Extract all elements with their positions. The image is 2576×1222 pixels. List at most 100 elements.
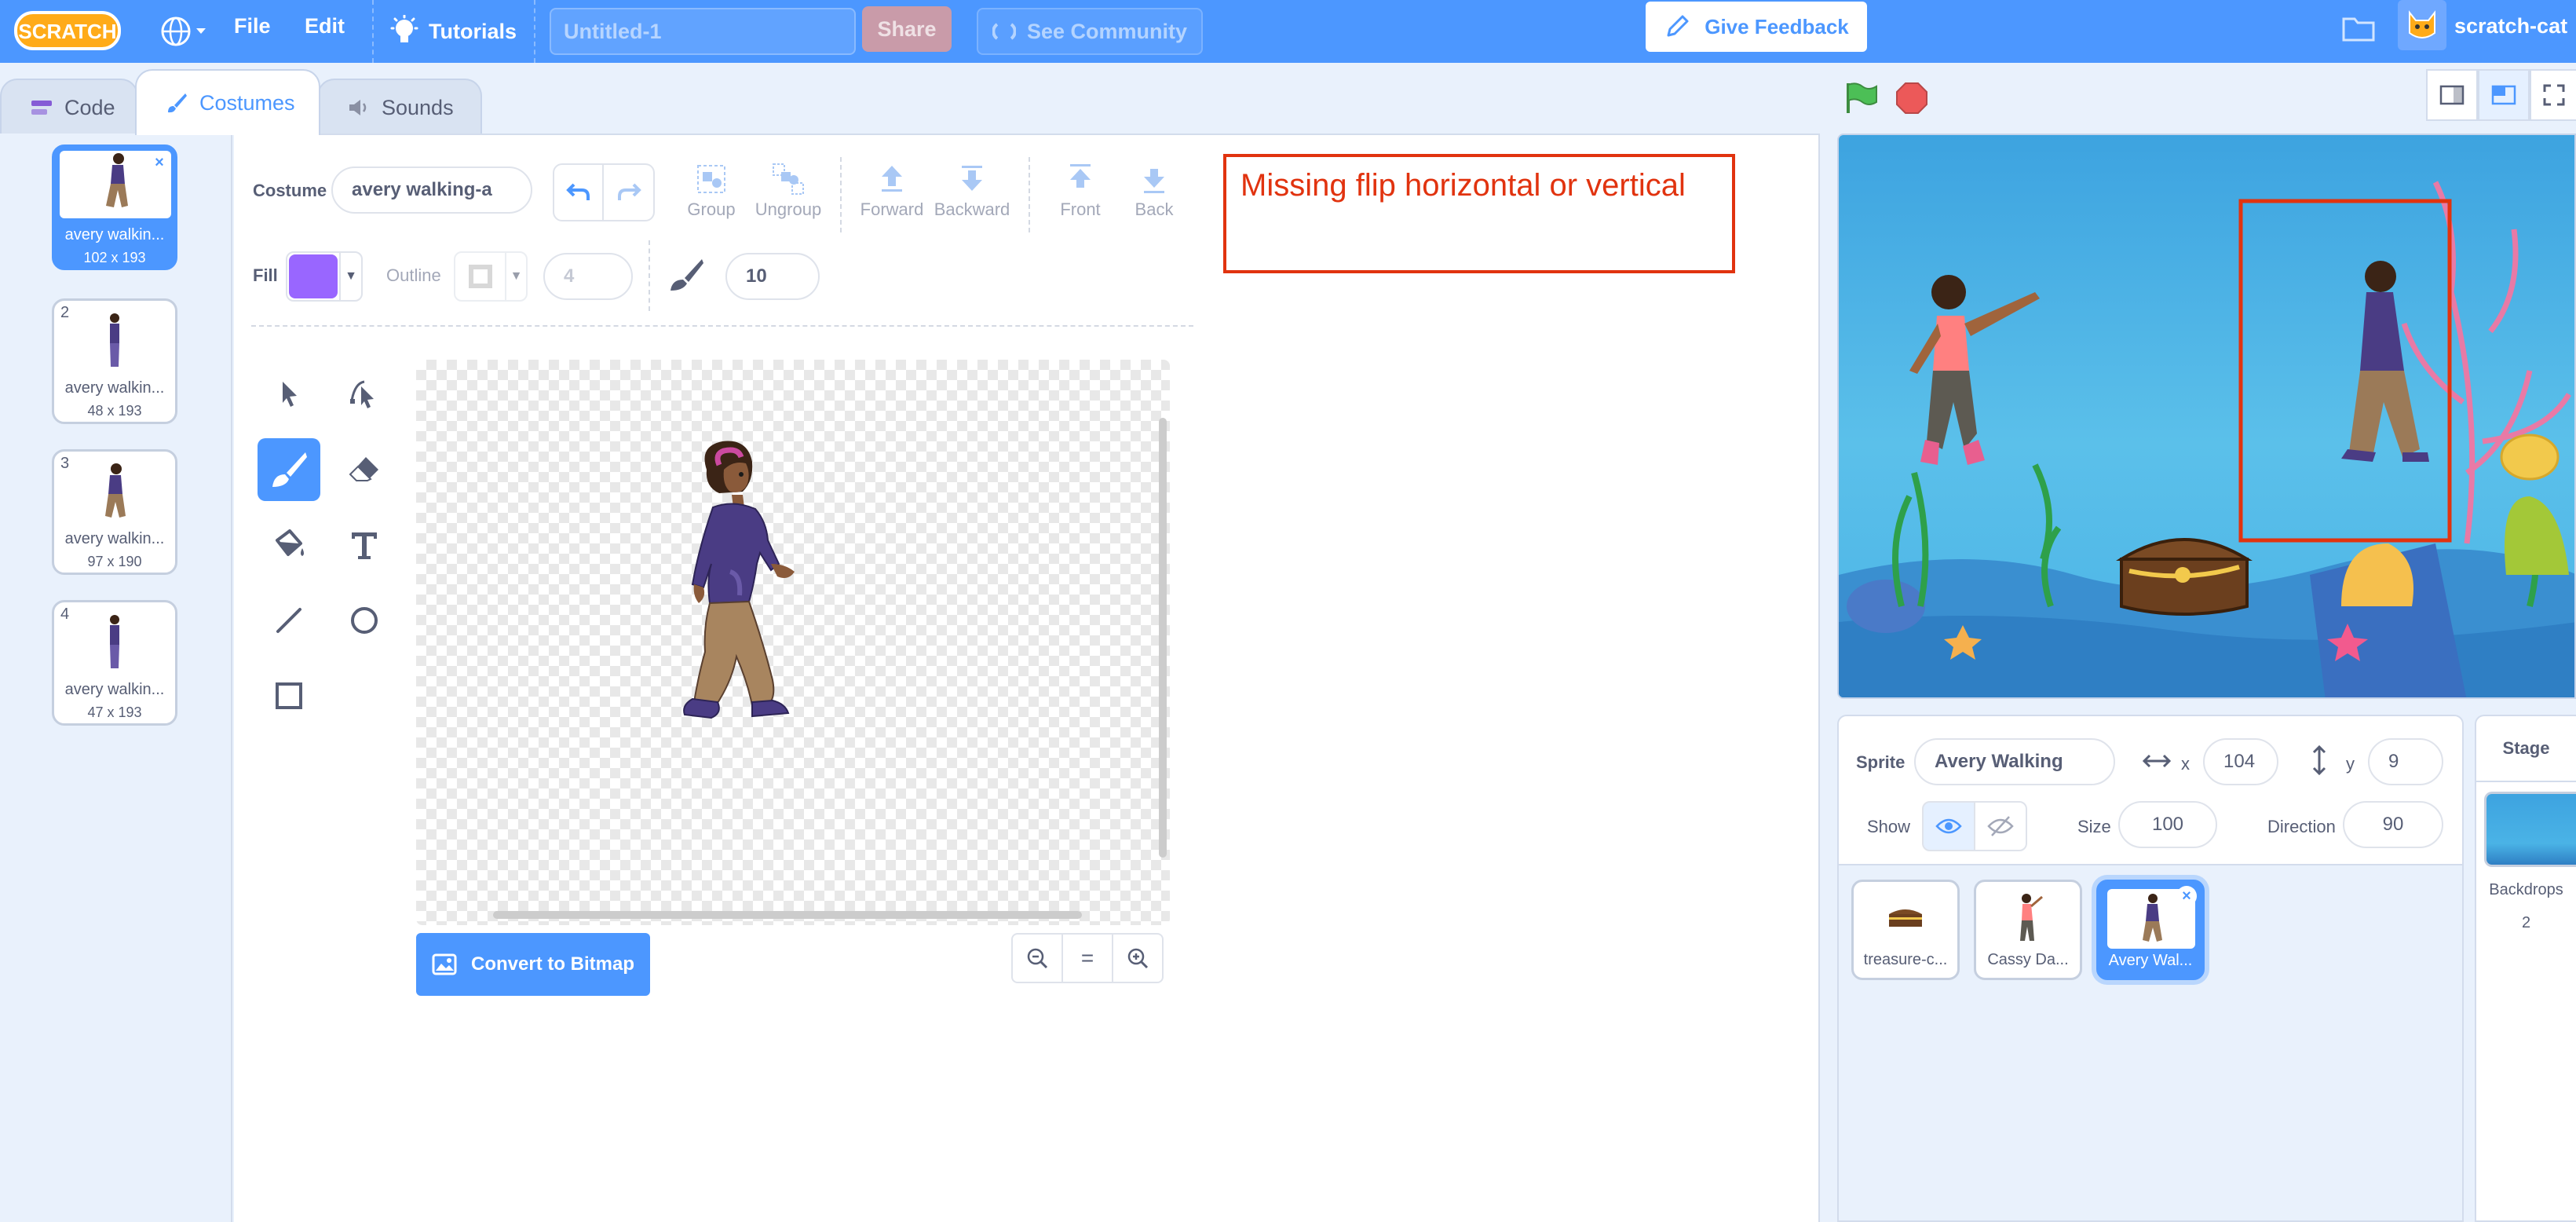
show-sprite-button[interactable] [1922,801,1975,851]
back-button[interactable]: Back [1115,159,1193,220]
vertical-arrows-icon [2310,745,2329,780]
front-button[interactable]: Front [1041,159,1120,220]
username[interactable]: scratch-cat [2454,14,2567,38]
x-label: x [2181,754,2190,774]
reshape-tool[interactable] [333,363,396,426]
select-tool[interactable] [258,363,320,426]
outline-color-picker[interactable]: ▼ [454,251,528,302]
sprite-thumbnail [1984,888,2072,948]
costume-name: avery walkin... [64,681,165,698]
zoom-controls: = [1011,933,1164,983]
small-stage-button[interactable] [2426,69,2478,121]
costume-number: 4 [60,606,70,623]
tab-costumes[interactable]: Costumes [135,69,320,135]
redo-icon [617,183,641,200]
zoom-reset-button[interactable]: = [1061,935,1112,982]
avatar[interactable] [2398,0,2446,50]
sprite-tile-cassy[interactable]: Cassy Da... [1974,880,2082,980]
fullscreen-icon [2543,84,2564,106]
back-arrow-icon [1144,169,1164,193]
brush-size-input[interactable]: 10 [725,253,820,300]
green-flag-button[interactable] [1843,80,1878,119]
eraser-tool[interactable] [333,438,396,501]
tab-sounds-label: Sounds [382,95,454,119]
costume-name-input[interactable]: avery walking-a [331,166,532,214]
image-icon [432,953,457,975]
rectangle-tool[interactable] [258,664,320,727]
see-community-label: See Community [1027,19,1188,43]
scratch-cat-avatar-icon [2409,10,2435,38]
backward-button[interactable]: Backward [933,159,1011,220]
costume-item-2[interactable]: 2 avery walkin... 48 x 193 [52,298,177,424]
front-label: Front [1060,199,1101,219]
fill-color-swatch [289,254,338,298]
underwater-backdrop-scene [1839,181,2574,697]
line-tool[interactable] [258,589,320,652]
outline-width-input[interactable]: 4 [543,253,633,300]
convert-to-bitmap-button[interactable]: Convert to Bitmap [416,933,650,996]
fill-color-picker[interactable]: ▼ [286,251,363,302]
direction-input[interactable]: 90 [2343,801,2443,848]
stage-selector-pane[interactable]: Stage Backdrops 2 [2475,715,2576,1222]
front-arrow-icon [1070,164,1091,188]
give-feedback-button[interactable]: Give Feedback [1646,2,1867,52]
brush-tool[interactable] [258,438,320,501]
green-flag-icon [1847,82,1877,113]
stop-sign-icon [1896,82,1927,114]
see-community-button[interactable]: See Community [977,8,1204,55]
costume-item-1[interactable]: 1 avery walkin... 102 x 193 × [52,145,177,270]
costume-item-3[interactable]: 3 avery walkin... 97 x 190 [52,449,177,575]
undo-icon [565,183,590,200]
y-label: y [2346,754,2355,774]
sprite-name: treasure-c... [1863,951,1948,968]
file-menu[interactable]: File [234,14,271,38]
sprite-name-input[interactable]: Avery Walking [1914,738,2115,785]
group-label: Group [687,199,736,219]
sprite-tile-avery[interactable]: Avery Wal... × [2096,880,2205,980]
show-label: Show [1867,817,1911,836]
stop-button[interactable] [1895,82,1928,119]
outline-color-swatch [457,254,504,298]
back-label: Back [1135,199,1174,219]
share-button[interactable]: Share [862,6,952,52]
canvas-vertical-scrollbar[interactable] [1159,418,1167,858]
tutorials-button[interactable]: Tutorials [389,11,517,52]
horizontal-arrows-icon [2142,749,2172,777]
x-position-input[interactable]: 104 [2203,738,2278,785]
delete-costume-close-icon[interactable]: × [149,152,170,173]
project-title-input[interactable]: Untitled-1 [550,8,856,55]
zoom-in-button[interactable] [1112,935,1162,982]
edit-menu[interactable]: Edit [305,14,345,38]
tab-sounds[interactable]: Sounds [317,79,482,135]
delete-sprite-close-icon[interactable]: × [2176,886,2197,906]
text-tool[interactable] [333,514,396,576]
size-input[interactable]: 100 [2118,801,2217,848]
eye-icon [1935,818,1962,834]
fullscreen-button[interactable] [2530,69,2576,121]
drawing-canvas[interactable] [416,360,1170,925]
forward-button[interactable]: Forward [853,159,931,220]
lightbulb-icon [390,15,418,42]
costume-number: 2 [60,304,70,321]
fill-tool[interactable] [258,514,320,576]
scratch-logo[interactable]: SCRATCH [14,8,121,53]
zoom-out-button[interactable] [1013,935,1061,982]
y-position-input[interactable]: 9 [2368,738,2443,785]
language-menu[interactable] [157,9,214,53]
undo-button[interactable] [553,163,604,221]
large-stage-button[interactable] [2478,69,2530,121]
group-button[interactable]: Group [672,159,751,220]
tab-code[interactable]: Code [0,79,138,135]
costume-item-4[interactable]: 4 avery walkin... 47 x 193 [52,600,177,726]
stage-canvas[interactable] [1837,134,2576,699]
sprite-tile-treasure[interactable]: treasure-c... [1851,880,1960,980]
give-feedback-label: Give Feedback [1705,14,1849,38]
my-stuff-folder-icon[interactable] [2341,13,2376,48]
redo-button[interactable] [604,163,655,221]
avery-walking-sprite [2341,261,2429,462]
hide-sprite-button[interactable] [1974,801,2027,851]
canvas-horizontal-scrollbar[interactable] [493,911,1082,919]
ungroup-button[interactable]: Ungroup [749,159,828,220]
forward-label: Forward [860,199,924,219]
circle-tool[interactable] [333,589,396,652]
